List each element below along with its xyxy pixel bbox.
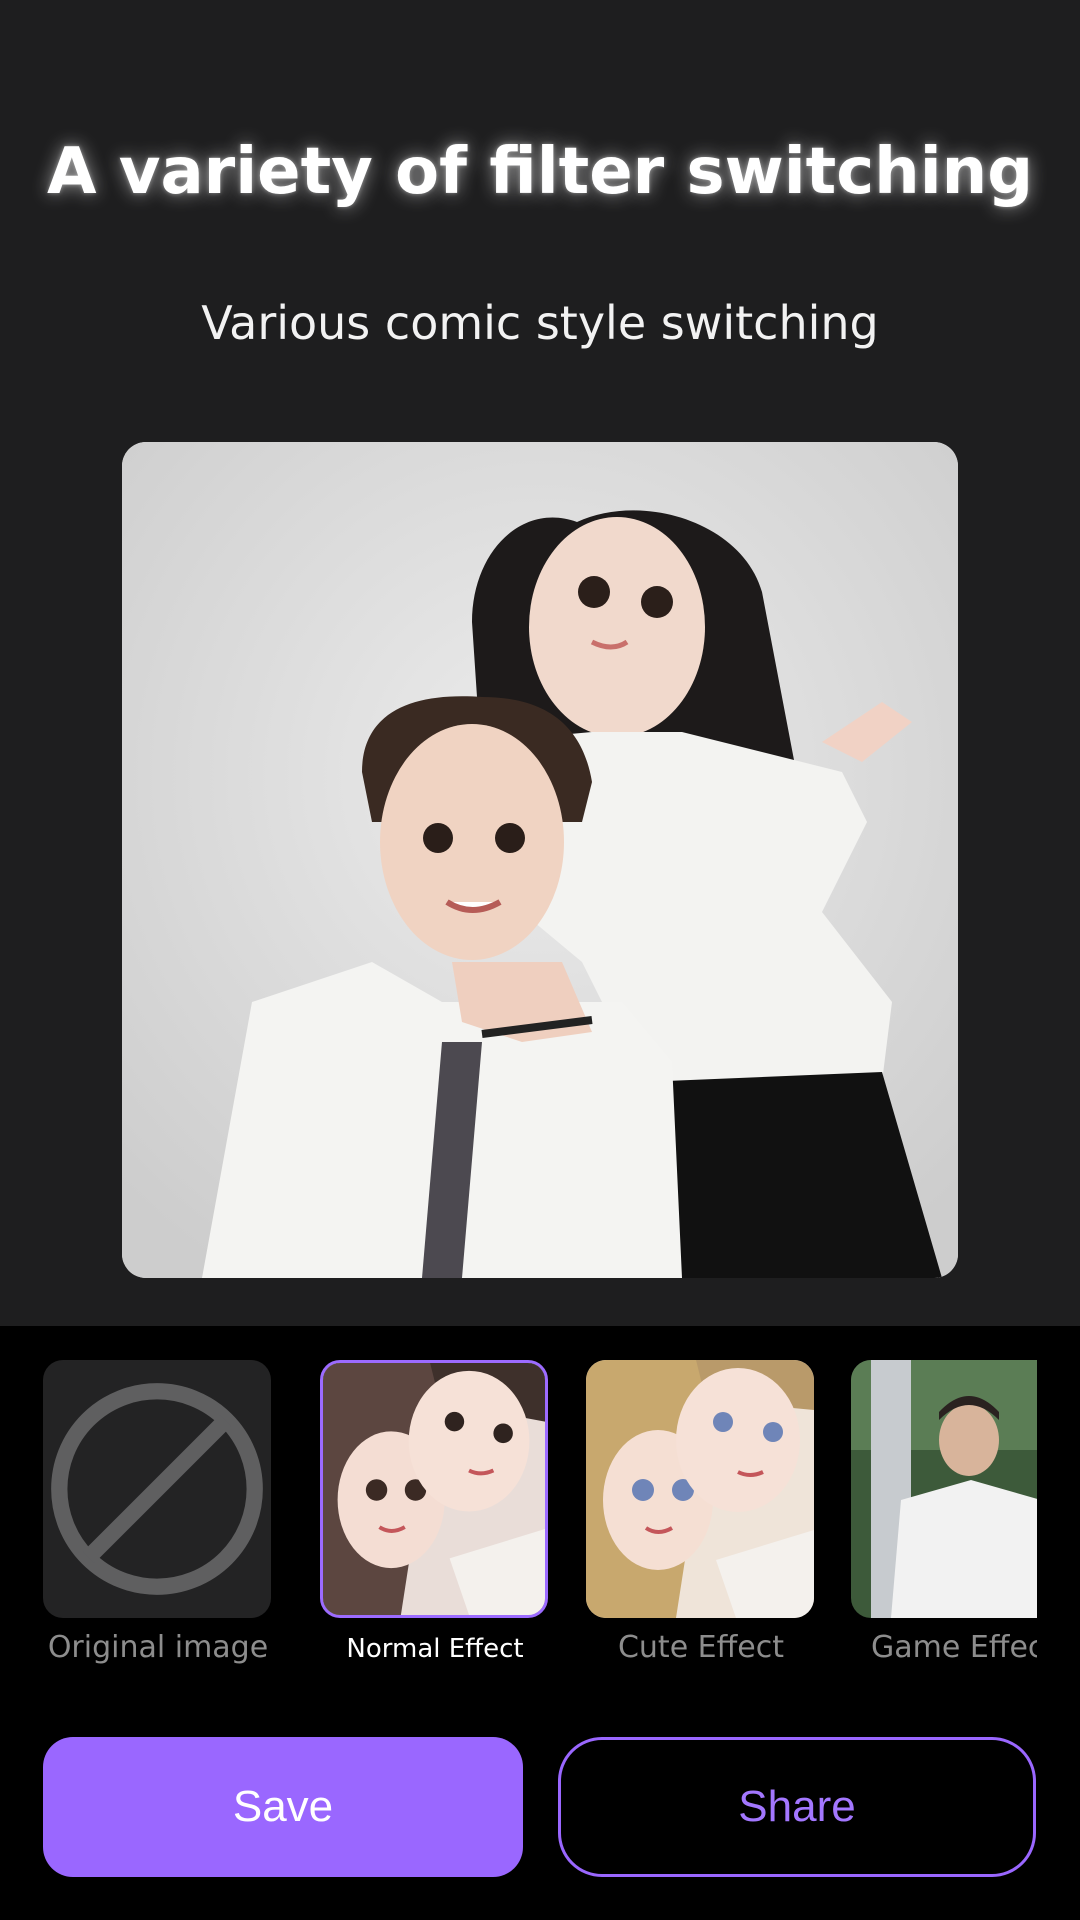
page-subtitle: Various comic style switching bbox=[201, 296, 879, 350]
filter-label: Game Effec bbox=[871, 1630, 1037, 1665]
filter-label: Original image bbox=[47, 1630, 269, 1665]
preview-image bbox=[122, 442, 958, 1278]
filter-cute-effect[interactable]: Cute Effect bbox=[586, 1360, 816, 1665]
filter-label: Cute Effect bbox=[617, 1630, 785, 1665]
filter-original-thumb[interactable] bbox=[43, 1360, 271, 1618]
filter-cute-thumb[interactable] bbox=[586, 1360, 814, 1618]
filter-label: Normal Effect bbox=[346, 1634, 524, 1664]
filter-game-thumb[interactable] bbox=[851, 1360, 1037, 1618]
filter-game-effect[interactable]: Game Effec bbox=[851, 1360, 1037, 1665]
save-button[interactable]: Save bbox=[43, 1737, 523, 1877]
filter-original[interactable]: Original image bbox=[43, 1360, 273, 1665]
filter-normal-thumb[interactable] bbox=[320, 1360, 548, 1618]
ban-icon bbox=[51, 1383, 263, 1595]
share-button[interactable]: Share bbox=[558, 1737, 1036, 1877]
page-title: A variety of filter switching bbox=[46, 135, 1034, 209]
filter-list: Original image Normal Effect Cute Effect… bbox=[0, 1360, 1037, 1690]
screen: A variety of filter switching Various co… bbox=[0, 0, 1080, 1920]
filter-normal-effect[interactable]: Normal Effect bbox=[320, 1360, 550, 1664]
